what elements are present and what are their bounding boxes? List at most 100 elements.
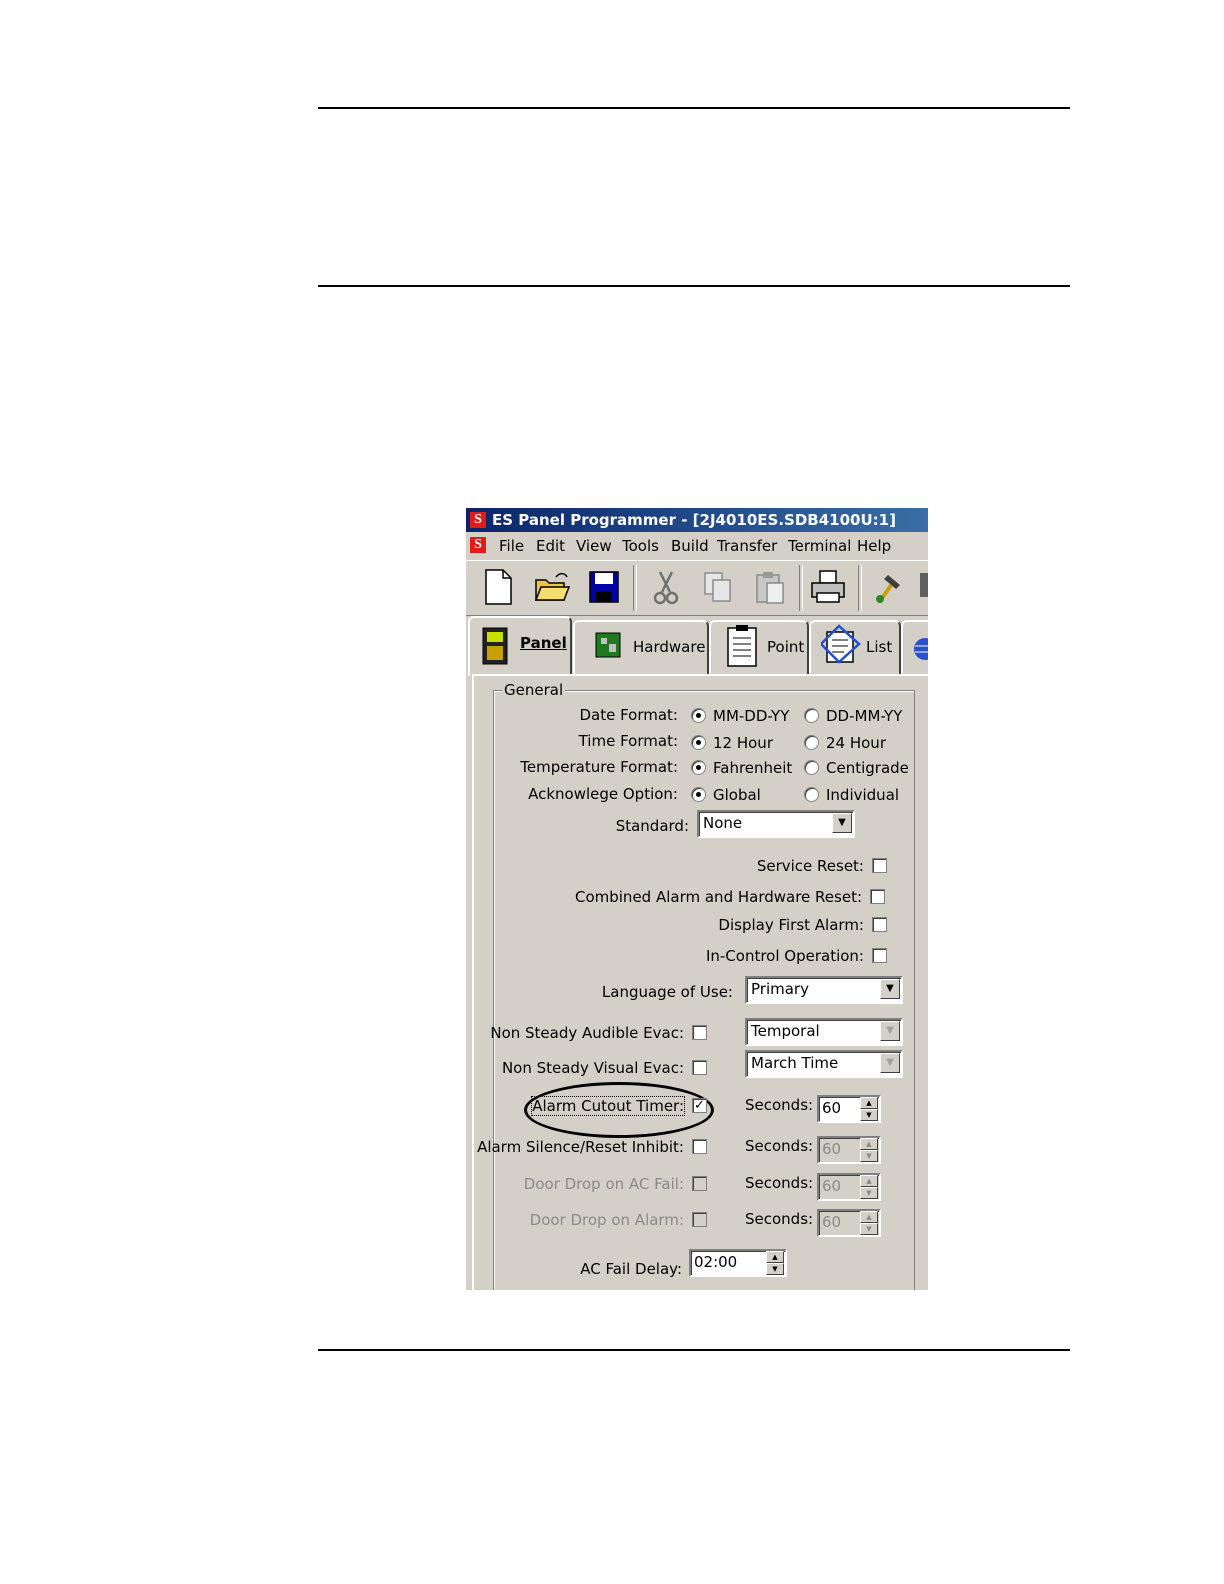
- tab-list-label: List: [866, 638, 893, 656]
- language-select-value: Primary: [751, 980, 809, 998]
- new-file-icon[interactable]: [478, 567, 518, 607]
- menu-tools[interactable]: Tools: [622, 537, 659, 555]
- menu-file[interactable]: File: [499, 537, 524, 555]
- chevron-down-icon[interactable]: ▼: [880, 1021, 900, 1041]
- spin-down-icon[interactable]: ▼: [766, 1263, 784, 1275]
- tab-list[interactable]: List: [809, 620, 901, 674]
- tab-point[interactable]: Point: [709, 620, 809, 674]
- page-rule-bottom: [318, 1349, 1070, 1351]
- non-steady-audible-checkbox[interactable]: [692, 1025, 707, 1040]
- spin-down-icon[interactable]: ▼: [860, 1223, 878, 1235]
- toolbar-separator: [858, 565, 862, 611]
- non-steady-visual-checkbox[interactable]: [692, 1060, 707, 1075]
- spin-down-icon[interactable]: ▼: [860, 1109, 878, 1121]
- door-drop-ac-fail-checkbox[interactable]: [692, 1176, 707, 1191]
- save-icon[interactable]: [584, 567, 624, 607]
- ac-fail-delay-label: AC Fail Delay:: [580, 1260, 682, 1278]
- standard-select[interactable]: None ▼: [697, 810, 855, 838]
- toolbar: [466, 560, 928, 616]
- tab-hardware[interactable]: Hardware: [573, 620, 709, 674]
- ac-fail-delay-stepper[interactable]: 02:00 ▲ ▼: [689, 1249, 787, 1277]
- chevron-down-icon[interactable]: ▼: [880, 1053, 900, 1073]
- tab-row: Panel Hardware Point List: [466, 616, 928, 676]
- transfer-icon[interactable]: [916, 567, 928, 607]
- tab-panel-label: Panel: [520, 634, 567, 652]
- cut-icon[interactable]: [646, 567, 686, 607]
- title-bar[interactable]: S ES Panel Programmer - [2J4010ES.SDB410…: [466, 508, 928, 532]
- acknowledge-individual-radio[interactable]: [804, 787, 819, 802]
- temperature-fahrenheit-label[interactable]: Fahrenheit: [713, 759, 792, 777]
- door-drop-ac-fail-label: Door Drop on AC Fail:: [523, 1175, 684, 1193]
- date-format-label: Date Format:: [579, 706, 678, 724]
- tab-panel[interactable]: Panel: [468, 616, 572, 676]
- chevron-down-icon[interactable]: ▼: [880, 979, 900, 999]
- menu-edit[interactable]: Edit: [536, 537, 565, 555]
- non-steady-audible-select[interactable]: Temporal ▼: [745, 1018, 903, 1046]
- spin-up-icon[interactable]: ▲: [860, 1097, 878, 1109]
- time-format-12hour-label[interactable]: 12 Hour: [713, 734, 773, 752]
- temperature-format-label: Temperature Format:: [520, 758, 678, 776]
- door-drop-alarm-checkbox[interactable]: [692, 1212, 707, 1227]
- build-hammer-icon[interactable]: [868, 567, 908, 607]
- alarm-cutout-timer-label: Alarm Cutout Timer:: [531, 1096, 685, 1116]
- spin-up-icon[interactable]: ▲: [860, 1175, 878, 1187]
- date-format-mmddyy-label[interactable]: MM-DD-YY: [713, 707, 789, 725]
- general-group-label: General: [502, 681, 566, 699]
- service-reset-checkbox[interactable]: [872, 858, 887, 873]
- alarm-silence-checkbox[interactable]: [692, 1139, 707, 1154]
- acknowledge-option-label: Acknowlege Option:: [528, 785, 678, 803]
- tab-hardware-label: Hardware: [633, 638, 706, 656]
- time-format-24hour-label[interactable]: 24 Hour: [826, 734, 886, 752]
- menu-help[interactable]: Help: [857, 537, 891, 555]
- alarm-cutout-timer-checkbox[interactable]: ✓: [692, 1098, 707, 1113]
- tab-more[interactable]: [901, 620, 928, 674]
- in-control-operation-checkbox[interactable]: [872, 948, 887, 963]
- date-format-ddmmyy-radio[interactable]: [804, 708, 819, 723]
- non-steady-visual-value: March Time: [751, 1054, 839, 1072]
- acknowledge-global-radio[interactable]: [691, 787, 706, 802]
- in-control-operation-label: In-Control Operation:: [705, 947, 864, 965]
- door-drop-alarm-seconds-stepper[interactable]: 60 ▲ ▼: [817, 1209, 881, 1237]
- menu-view[interactable]: View: [576, 537, 612, 555]
- menu-bar: S File Edit View Tools Build Transfer Te…: [466, 532, 928, 558]
- date-format-mmddyy-radio[interactable]: [691, 708, 706, 723]
- alarm-silence-seconds-stepper[interactable]: 60 ▲ ▼: [817, 1136, 881, 1164]
- page-rule-top: [318, 107, 1070, 109]
- date-format-ddmmyy-label[interactable]: DD-MM-YY: [826, 707, 902, 725]
- acknowledge-individual-label[interactable]: Individual: [826, 786, 899, 804]
- alarm-cutout-seconds-stepper[interactable]: 60 ▲ ▼: [817, 1095, 881, 1123]
- display-first-alarm-checkbox[interactable]: [872, 917, 887, 932]
- time-format-24hour-radio[interactable]: [804, 735, 819, 750]
- time-format-12hour-radio[interactable]: [691, 735, 706, 750]
- alarm-silence-label: Alarm Silence/Reset Inhibit:: [477, 1138, 684, 1156]
- menu-build[interactable]: Build: [671, 537, 709, 555]
- toolbar-separator: [633, 565, 637, 611]
- door-drop-ac-fail-seconds-stepper[interactable]: 60 ▲ ▼: [817, 1173, 881, 1201]
- print-icon[interactable]: [808, 567, 848, 607]
- app-logo-icon: S: [470, 512, 486, 528]
- spin-up-icon[interactable]: ▲: [860, 1138, 878, 1150]
- copy-icon[interactable]: [698, 567, 738, 607]
- temperature-fahrenheit-radio[interactable]: [691, 760, 706, 775]
- temperature-centigrade-label[interactable]: Centigrade: [826, 759, 909, 777]
- chevron-down-icon[interactable]: ▼: [832, 813, 852, 833]
- spin-down-icon[interactable]: ▼: [860, 1150, 878, 1162]
- spin-up-icon[interactable]: ▲: [766, 1251, 784, 1263]
- spin-up-icon[interactable]: ▲: [860, 1211, 878, 1223]
- combined-reset-checkbox[interactable]: [870, 889, 885, 904]
- acknowledge-global-label[interactable]: Global: [713, 786, 761, 804]
- alarm-cutout-seconds-value: 60: [822, 1099, 842, 1117]
- combined-reset-label: Combined Alarm and Hardware Reset:: [574, 888, 862, 906]
- list-document-icon: [821, 624, 861, 664]
- language-select[interactable]: Primary ▼: [745, 976, 903, 1004]
- menu-transfer[interactable]: Transfer: [717, 537, 777, 555]
- circuit-board-icon: [595, 632, 621, 658]
- non-steady-visual-select[interactable]: March Time ▼: [745, 1050, 903, 1078]
- menu-terminal[interactable]: Terminal: [788, 537, 851, 555]
- non-steady-audible-value: Temporal: [751, 1022, 820, 1040]
- temperature-centigrade-radio[interactable]: [804, 760, 819, 775]
- open-folder-icon[interactable]: [532, 567, 572, 607]
- spin-down-icon[interactable]: ▼: [860, 1187, 878, 1199]
- alarm-cutout-seconds-label: Seconds:: [745, 1096, 814, 1114]
- paste-icon[interactable]: [750, 567, 790, 607]
